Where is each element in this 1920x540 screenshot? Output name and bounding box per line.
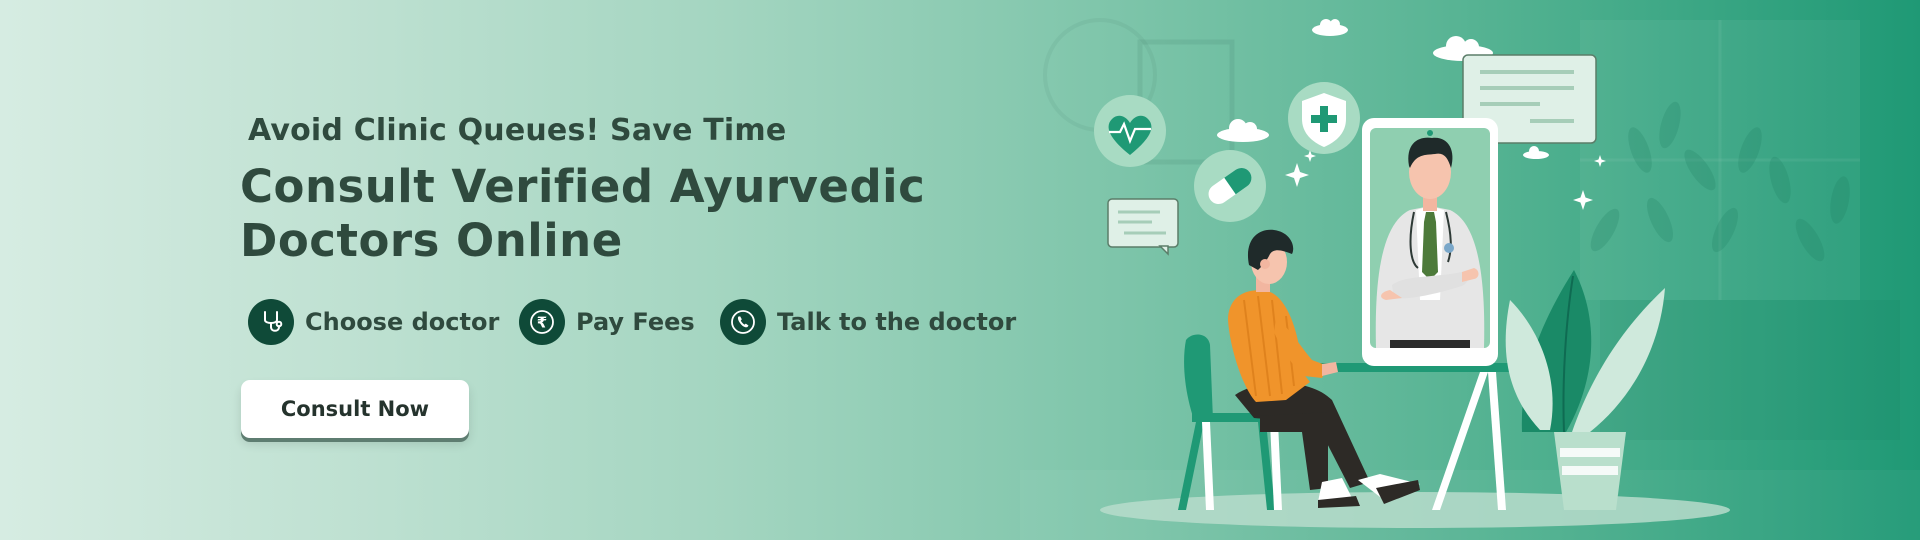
step-label: Pay Fees xyxy=(576,308,695,336)
consultation-illustration xyxy=(1094,19,1730,528)
step-talk-to-doctor: Talk to the doctor xyxy=(720,299,1016,345)
phone-icon xyxy=(720,299,766,345)
svg-text:₹: ₹ xyxy=(537,314,547,332)
rupee-icon: ₹ xyxy=(519,299,565,345)
step-pay-fees: ₹ Pay Fees xyxy=(519,299,695,345)
chat-bubble-icon xyxy=(1107,198,1179,256)
banner-title: Consult Verified Ayurvedic Doctors Onlin… xyxy=(240,160,925,268)
banner-title-line-1: Consult Verified Ayurvedic xyxy=(240,160,926,213)
floor-shadow xyxy=(1100,492,1730,528)
plant xyxy=(1505,270,1665,510)
cloud-icon xyxy=(1312,19,1348,36)
step-label: Choose doctor xyxy=(305,308,500,336)
banner-title-line-2: Doctors Online xyxy=(240,214,623,267)
consult-now-button[interactable]: Consult Now xyxy=(241,380,469,438)
step-choose-doctor: Choose doctor xyxy=(248,299,499,345)
stethoscope-icon xyxy=(248,299,294,345)
cloud-icon xyxy=(1217,119,1269,142)
heart-icon xyxy=(1094,95,1166,167)
shield-icon xyxy=(1288,82,1360,154)
hero-banner: Avoid Clinic Queues! Save Time Consult V… xyxy=(0,0,1920,540)
step-label: Talk to the doctor xyxy=(777,308,1017,336)
cloud-icon xyxy=(1523,146,1549,159)
pill-icon xyxy=(1194,150,1266,222)
phone-screen-doctor xyxy=(1362,118,1498,366)
banner-kicker: Avoid Clinic Queues! Save Time xyxy=(248,113,787,148)
